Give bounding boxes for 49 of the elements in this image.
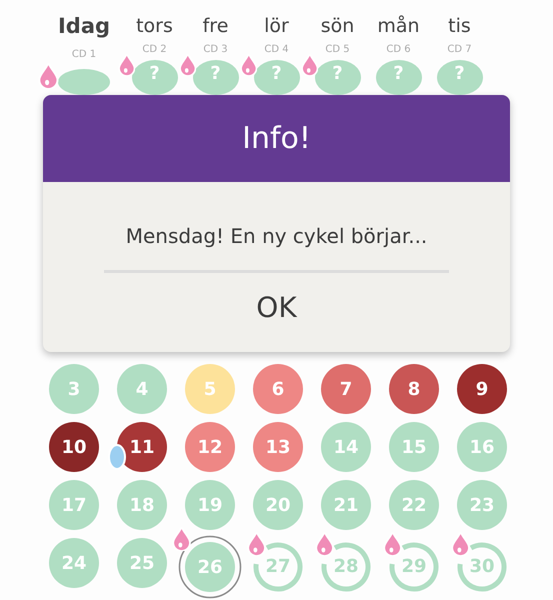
dialog-title: Info! xyxy=(242,121,311,156)
weekday-label: lör xyxy=(264,14,289,39)
cycle-day-label: CD 4 xyxy=(264,44,289,56)
day-circle[interactable]: 23 xyxy=(457,480,507,530)
day-circle[interactable]: 22 xyxy=(389,480,439,530)
ok-button[interactable]: OK xyxy=(236,287,317,328)
day-circle[interactable]: 6 xyxy=(253,364,303,414)
day-circle[interactable]: 4 xyxy=(117,364,167,414)
day-circle[interactable]: 10 xyxy=(49,422,99,472)
today-ring xyxy=(178,535,242,599)
cycle-day-label: CD 5 xyxy=(325,44,350,56)
day-circle[interactable]: 20 xyxy=(253,480,303,530)
dialog-message: Mensdag! En ny cykel börjar... xyxy=(124,224,428,248)
cycle-day-label: CD 7 xyxy=(447,44,472,56)
day-circle[interactable]: 26 xyxy=(185,542,235,592)
day-circle[interactable]: 11 xyxy=(117,422,167,472)
day-circle[interactable]: 8 xyxy=(389,364,439,414)
day-circle[interactable]: 18 xyxy=(117,480,167,530)
day-circle[interactable]: ? xyxy=(314,60,360,95)
day-circle[interactable]: ? xyxy=(192,60,238,95)
day-circle[interactable]: 9 xyxy=(457,364,507,414)
weekday-label: tis xyxy=(448,14,471,39)
cycle-day-label: CD 1 xyxy=(72,49,96,61)
day-circle[interactable]: 3 xyxy=(49,364,99,414)
weekday-label: Idag xyxy=(58,13,110,40)
weekday-label: mån xyxy=(377,14,420,39)
cycle-day-label: CD 3 xyxy=(203,44,228,56)
day-circle[interactable]: ? xyxy=(132,60,178,95)
day-circle[interactable]: 14 xyxy=(321,422,371,472)
day-circle[interactable]: 7 xyxy=(321,364,371,414)
weekday-label: fre xyxy=(202,14,228,39)
day-circle[interactable]: 13 xyxy=(253,422,303,472)
day-circle[interactable]: ? xyxy=(436,60,482,95)
day-circle[interactable]: 15 xyxy=(389,422,439,472)
day-circle[interactable]: 5 xyxy=(185,364,235,414)
cycle-day-label: CD 6 xyxy=(386,44,411,56)
day-circle[interactable]: 21 xyxy=(321,480,371,530)
day-circle[interactable]: ? xyxy=(254,60,300,95)
day-circle[interactable]: 17 xyxy=(49,480,99,530)
day-circle[interactable] xyxy=(58,69,110,95)
weekday-label: sön xyxy=(320,14,354,39)
day-circle[interactable]: 25 xyxy=(117,538,167,588)
day-circle[interactable]: 19 xyxy=(185,480,235,530)
weekday-label: tors xyxy=(136,14,173,39)
day-circle[interactable]: 24 xyxy=(49,538,99,588)
cycle-day-label: CD 2 xyxy=(142,44,167,56)
day-circle[interactable]: 16 xyxy=(457,422,507,472)
day-circle[interactable]: ? xyxy=(376,60,422,95)
day-circle[interactable]: 12 xyxy=(185,422,235,472)
